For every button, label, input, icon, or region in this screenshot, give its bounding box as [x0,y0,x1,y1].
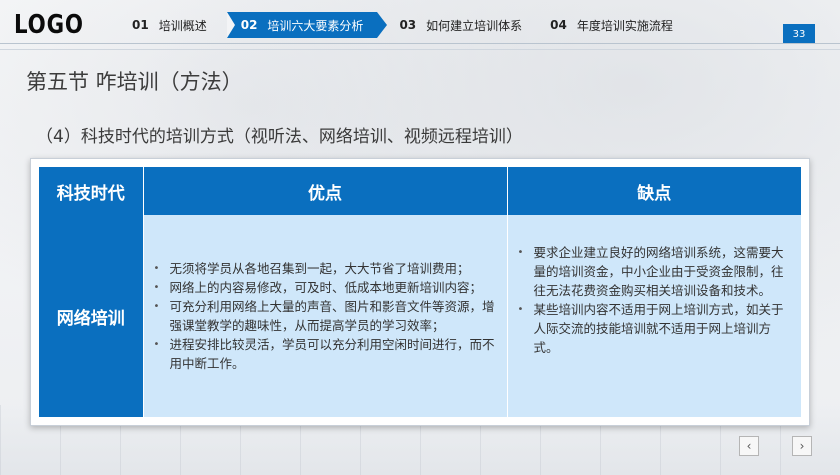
list-item: 可充分利用网络上大量的声音、图片和影音文件等资源，增强课堂教学的趣味性，从而提高… [152,297,497,335]
header-divider [0,43,840,44]
nav-item-label: 培训六大要素分析 [267,18,364,33]
top-bar: LOGO 01 培训概述 02 培训六大要素分析 03 如何建立培训体系 04 … [0,0,840,52]
subtitle: （4）科技时代的培训方式（视听法、网络培训、视频远程培训） [36,127,523,147]
nav-item-03[interactable]: 03 如何建立培训体系 [387,12,534,38]
cons-list: 要求企业建立良好的网络培训系统，这需要大量的培训资金，中小企业由于受资金限制，往… [516,243,790,357]
pros-cell: 无须将学员从各地召集到一起，大大节省了培训费用； 网络上的内容易修改，可及时、低… [143,215,508,417]
prev-page-button[interactable]: ‹ [739,436,759,456]
list-item: 某些培训内容不适用于网上培训方式，如关于人际交流的技能培训就不适用于网上培训方式… [516,300,790,357]
nav-item-number: 01 [132,18,149,32]
header-cell-pros: 优点 [143,167,508,215]
nav-item-02[interactable]: 02 培训六大要素分析 [226,12,388,38]
chapter-nav: 01 培训概述 02 培训六大要素分析 03 如何建立培训体系 04 年度培训实… [120,12,685,38]
pros-list: 无须将学员从各地召集到一起，大大节省了培训费用； 网络上的内容易修改，可及时、低… [152,259,497,373]
nav-item-label: 年度培训实施流程 [576,18,673,33]
list-item: 进程安排比较灵活，学员可以充分利用空闲时间进行，而不用中断工作。 [152,335,497,373]
section-title: 第五节 咋培训（方法） [26,70,243,94]
content-card: 科技时代 优点 缺点 网络培训 无须将学员从各地召集到一起，大大节省了培训费用；… [30,158,810,426]
nav-item-number: 03 [399,18,417,32]
list-item: 网络上的内容易修改，可及时、低成本地更新培训内容； [152,278,497,297]
nav-item-label: 如何建立培训体系 [426,18,523,33]
nav-item-04[interactable]: 04 年度培训实施流程 [538,12,685,38]
table-row: 网络培训 无须将学员从各地召集到一起，大大节省了培训费用； 网络上的内容易修改，… [39,215,801,417]
nav-item-number: 04 [550,18,567,32]
table-header-row: 科技时代 优点 缺点 [39,167,801,215]
next-page-button[interactable]: › [792,436,812,456]
header-cell-era: 科技时代 [39,167,144,215]
nav-item-01[interactable]: 01 培训概述 [120,12,219,38]
page-number-badge: 33 [783,24,815,44]
header-cell-cons: 缺点 [507,167,801,215]
row-label-network-training: 网络培训 [39,215,144,417]
logo: LOGO [14,10,84,40]
cons-cell: 要求企业建立良好的网络培训系统，这需要大量的培训资金，中小企业由于受资金限制，往… [507,215,801,417]
comparison-table: 科技时代 优点 缺点 网络培训 无须将学员从各地召集到一起，大大节省了培训费用；… [39,167,801,417]
nav-item-label: 培训概述 [158,18,207,33]
list-item: 要求企业建立良好的网络培训系统，这需要大量的培训资金，中小企业由于受资金限制，往… [516,243,790,300]
header-divider-secondary [0,49,840,50]
list-item: 无须将学员从各地召集到一起，大大节省了培训费用； [152,259,497,278]
nav-item-number: 02 [240,18,258,32]
